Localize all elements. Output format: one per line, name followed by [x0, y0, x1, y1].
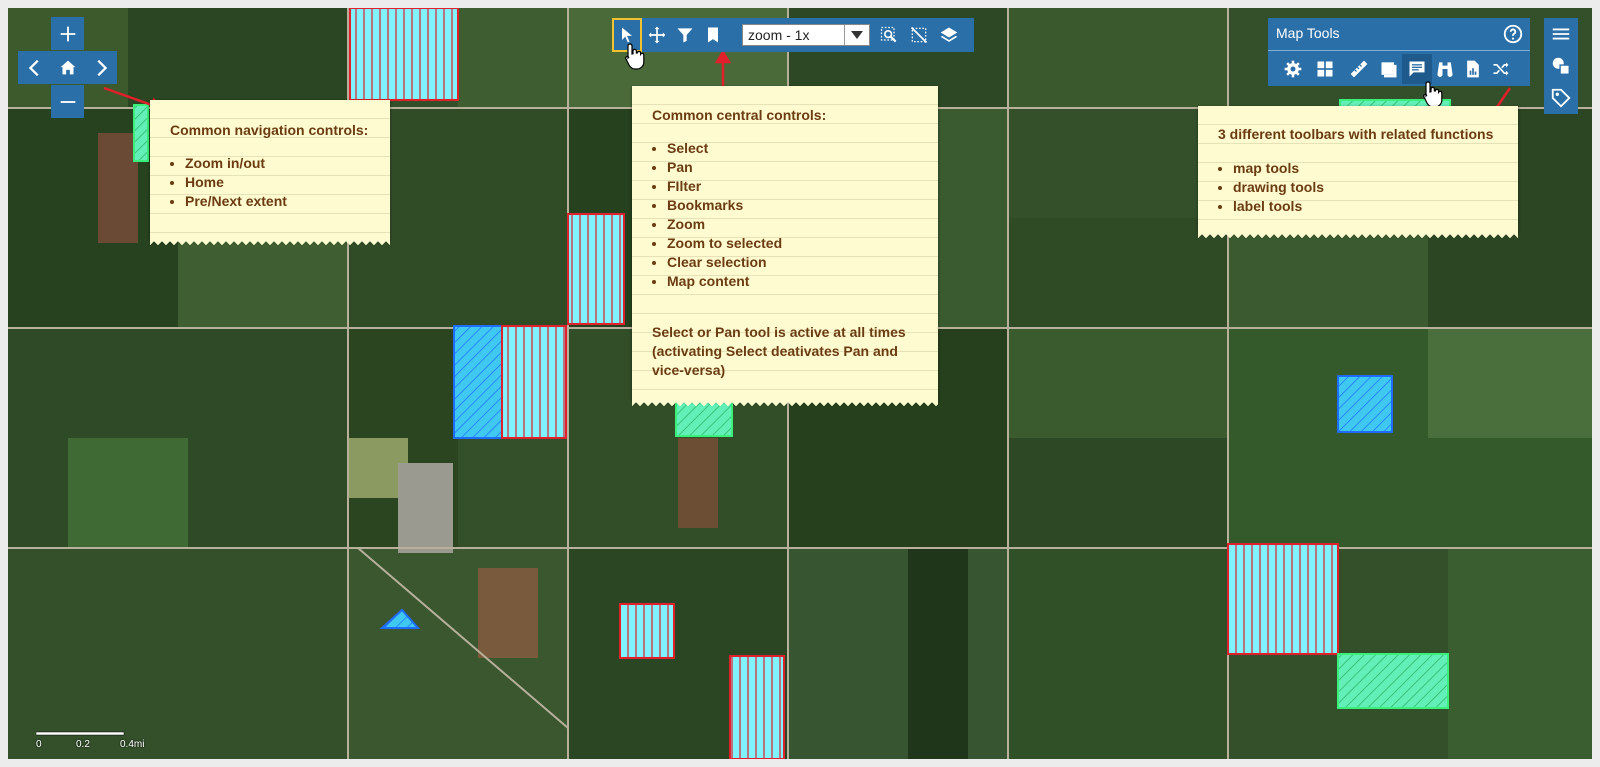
scale-bar: 0 0.2 0.4mi: [36, 730, 146, 754]
zoom-select-value: zoom - 1x: [748, 27, 810, 43]
zoom-select[interactable]: zoom - 1x: [742, 24, 870, 46]
report-button[interactable]: [1458, 54, 1488, 84]
note-toolbars: 3 different toolbars with related functi…: [1198, 106, 1518, 239]
binoculars-icon: [1437, 62, 1453, 77]
home-icon: [60, 60, 75, 74]
list-item: Pre/Next extent: [185, 192, 287, 211]
zoom-selected-icon: [880, 26, 897, 43]
list-item: Home: [185, 173, 287, 192]
list-item: Select: [667, 139, 782, 158]
label-tools-button[interactable]: [1544, 82, 1578, 114]
list-item: Zoom to selected: [667, 234, 782, 253]
chevron-left-icon: [28, 59, 39, 76]
map-tools-panel: Map Tools: [1268, 18, 1530, 86]
menu-button[interactable]: [1544, 18, 1578, 50]
zoom-out-button[interactable]: [51, 85, 84, 118]
list-item: drawing tools: [1233, 178, 1324, 197]
menu-icon: [1552, 28, 1570, 40]
list-item: map tools: [1233, 159, 1324, 178]
drawing-tools-button[interactable]: [1544, 50, 1578, 82]
ruler-icon: [1350, 60, 1368, 78]
note-toolbars-heading: 3 different toolbars with related functi…: [1218, 126, 1494, 142]
note-central-list: Select Pan FIlter Bookmarks Zoom Zoom to…: [632, 139, 782, 291]
map-content-button[interactable]: [934, 18, 964, 52]
plus-icon: [60, 26, 75, 41]
list-item: Pan: [667, 158, 782, 177]
note-navigation-heading: Common navigation controls:: [170, 122, 369, 138]
list-item: Clear selection: [667, 253, 782, 272]
zoom-in-button[interactable]: [51, 17, 84, 50]
shuffle-icon: [1493, 62, 1509, 76]
note-navigation: Common navigation controls: Zoom in/out …: [150, 100, 390, 246]
measure-button[interactable]: [1344, 54, 1374, 84]
pan-tool-button[interactable]: [642, 18, 672, 52]
chevron-down-icon: [844, 25, 869, 45]
home-button[interactable]: [51, 51, 84, 84]
note-central: Common central controls: Select Pan FIlt…: [632, 86, 938, 407]
scale-label-1: 0.2: [76, 739, 90, 750]
hand-cursor-icon-2: [1423, 81, 1443, 108]
bookmarks-button[interactable]: [698, 18, 728, 52]
list-item: Zoom: [667, 215, 782, 234]
list-item: FIlter: [667, 177, 782, 196]
central-toolbar: zoom - 1x: [612, 18, 974, 52]
report-icon: [1467, 60, 1479, 78]
hand-cursor-icon: [625, 43, 645, 70]
settings-button[interactable]: [1278, 54, 1308, 84]
note-central-heading: Common central controls:: [652, 107, 827, 123]
chevron-right-icon: [96, 59, 107, 76]
filter-button[interactable]: [670, 18, 700, 52]
comment-icon: [1409, 61, 1425, 77]
filter-icon: [677, 28, 693, 43]
zoom-to-selected-button[interactable]: [874, 18, 904, 52]
grid-icon: [1317, 61, 1333, 77]
shading-button[interactable]: [1374, 54, 1404, 84]
layout-button[interactable]: [1310, 54, 1340, 84]
shuffle-button[interactable]: [1486, 54, 1516, 84]
gear-icon: [1284, 60, 1302, 78]
shading-icon: [1381, 62, 1397, 78]
minus-icon: [60, 100, 75, 103]
scale-label-2: 0.4mi: [120, 739, 145, 750]
tag-icon: [1551, 88, 1571, 108]
map-tools-title: Map Tools: [1276, 25, 1340, 41]
list-item: label tools: [1233, 197, 1324, 216]
list-item: Bookmarks: [667, 196, 782, 215]
bookmark-icon: [708, 27, 718, 43]
help-icon[interactable]: [1502, 23, 1524, 45]
clear-selection-icon: [910, 26, 928, 44]
clear-selection-button[interactable]: [904, 18, 934, 52]
shapes-icon: [1552, 57, 1570, 75]
list-item: Map content: [667, 272, 782, 291]
note-toolbars-list: map tools drawing tools label tools: [1198, 159, 1324, 216]
previous-extent-button[interactable]: [18, 51, 51, 84]
list-item: Zoom in/out: [185, 154, 287, 173]
note-central-footer: Select or Pan tool is active at all time…: [652, 324, 906, 378]
scale-label-0: 0: [36, 739, 42, 750]
next-extent-button[interactable]: [84, 51, 117, 84]
move-icon: [648, 26, 666, 44]
layers-icon: [940, 27, 958, 42]
note-navigation-list: Zoom in/out Home Pre/Next extent: [150, 154, 287, 211]
